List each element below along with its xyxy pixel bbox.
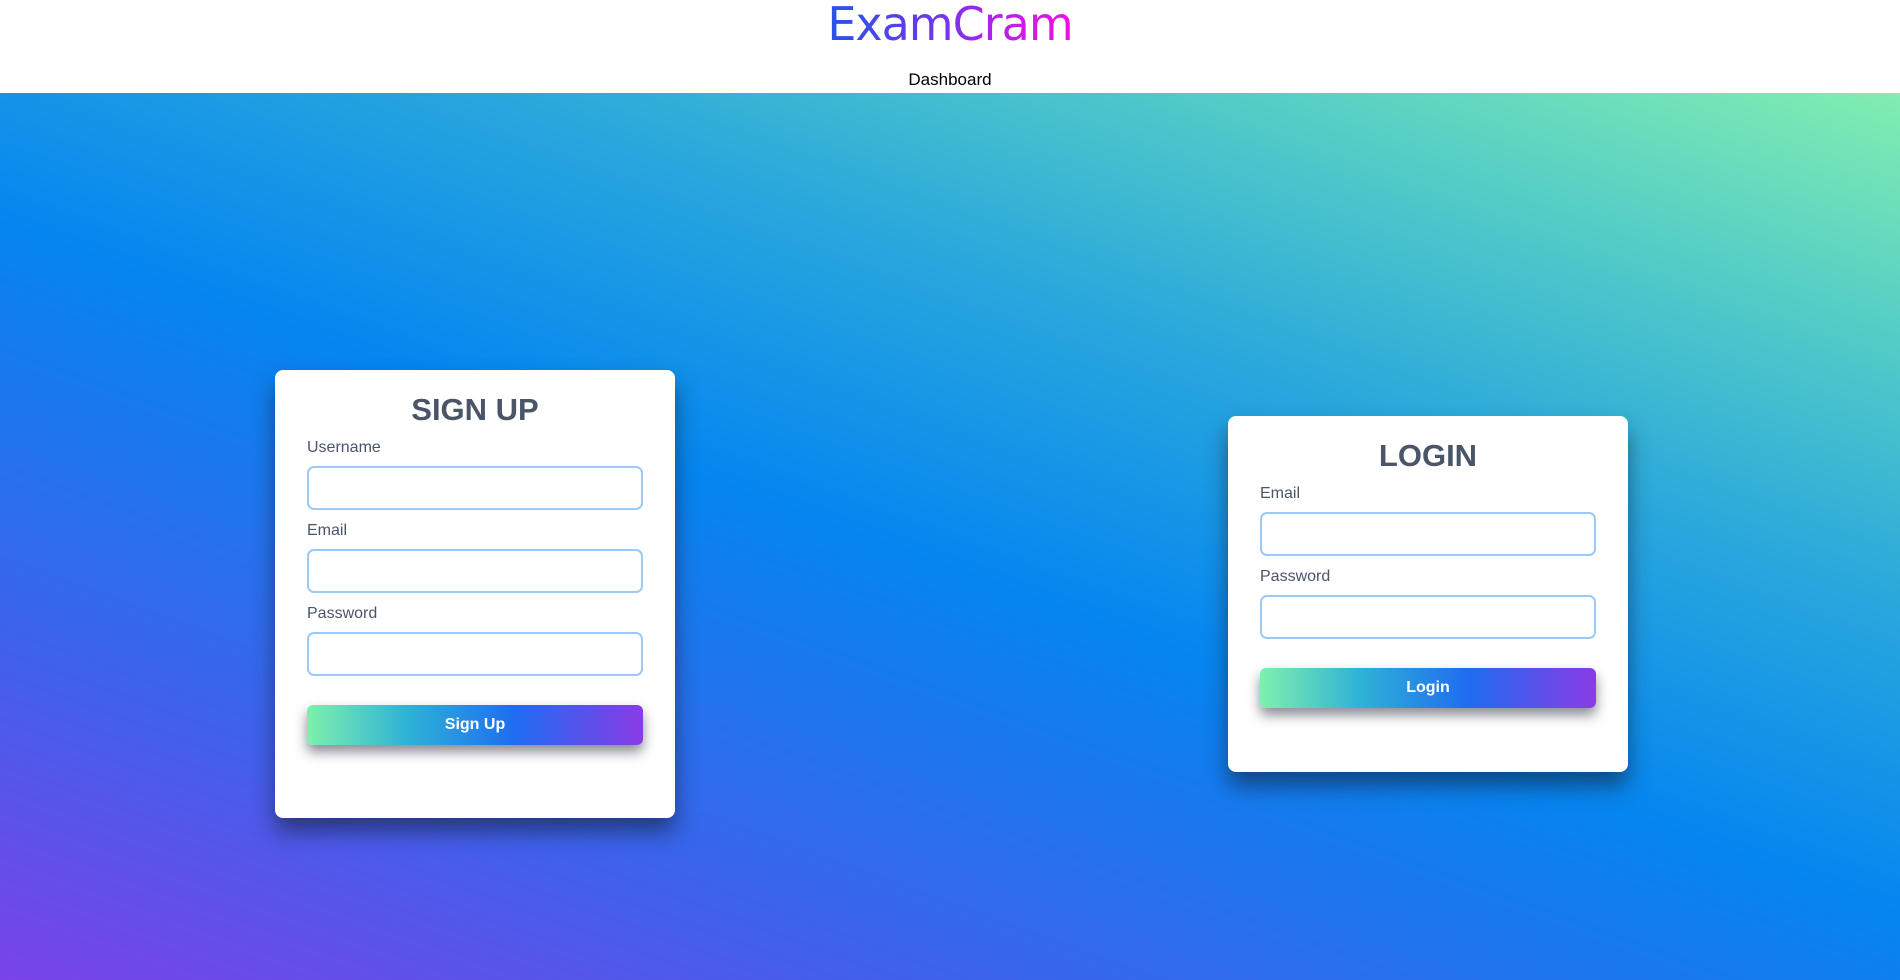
login-title: LOGIN: [1378, 438, 1478, 473]
signup-email-input[interactable]: [307, 549, 643, 593]
login-submit-button[interactable]: Login: [1260, 668, 1596, 708]
signup-password-input[interactable]: [307, 632, 643, 676]
signup-username-input[interactable]: [307, 466, 643, 510]
signup-username-label: Username: [307, 439, 381, 456]
login-email-label: Email: [1260, 485, 1301, 502]
login-email-input[interactable]: [1260, 512, 1596, 556]
examcram-logo[interactable]: ExamCram: [827, 0, 1073, 48]
top-header: ExamCram Dashboard: [0, 0, 1900, 93]
signup-title: SIGN UP: [411, 392, 539, 427]
logo-container: ExamCram: [0, 0, 1900, 48]
login-password-input[interactable]: [1260, 595, 1596, 639]
nav-link-dashboard[interactable]: Dashboard: [908, 70, 991, 89]
signup-email-label: Email: [307, 522, 348, 539]
signup-submit-button[interactable]: Sign Up: [307, 705, 643, 745]
top-nav: Dashboard: [0, 70, 1900, 90]
signup-password-label: Password: [307, 605, 378, 622]
login-card: LOGIN Email Password Login: [1228, 416, 1628, 772]
login-password-label: Password: [1260, 568, 1331, 585]
signup-card: SIGN UP Username Email Password Sign Up: [275, 370, 675, 818]
